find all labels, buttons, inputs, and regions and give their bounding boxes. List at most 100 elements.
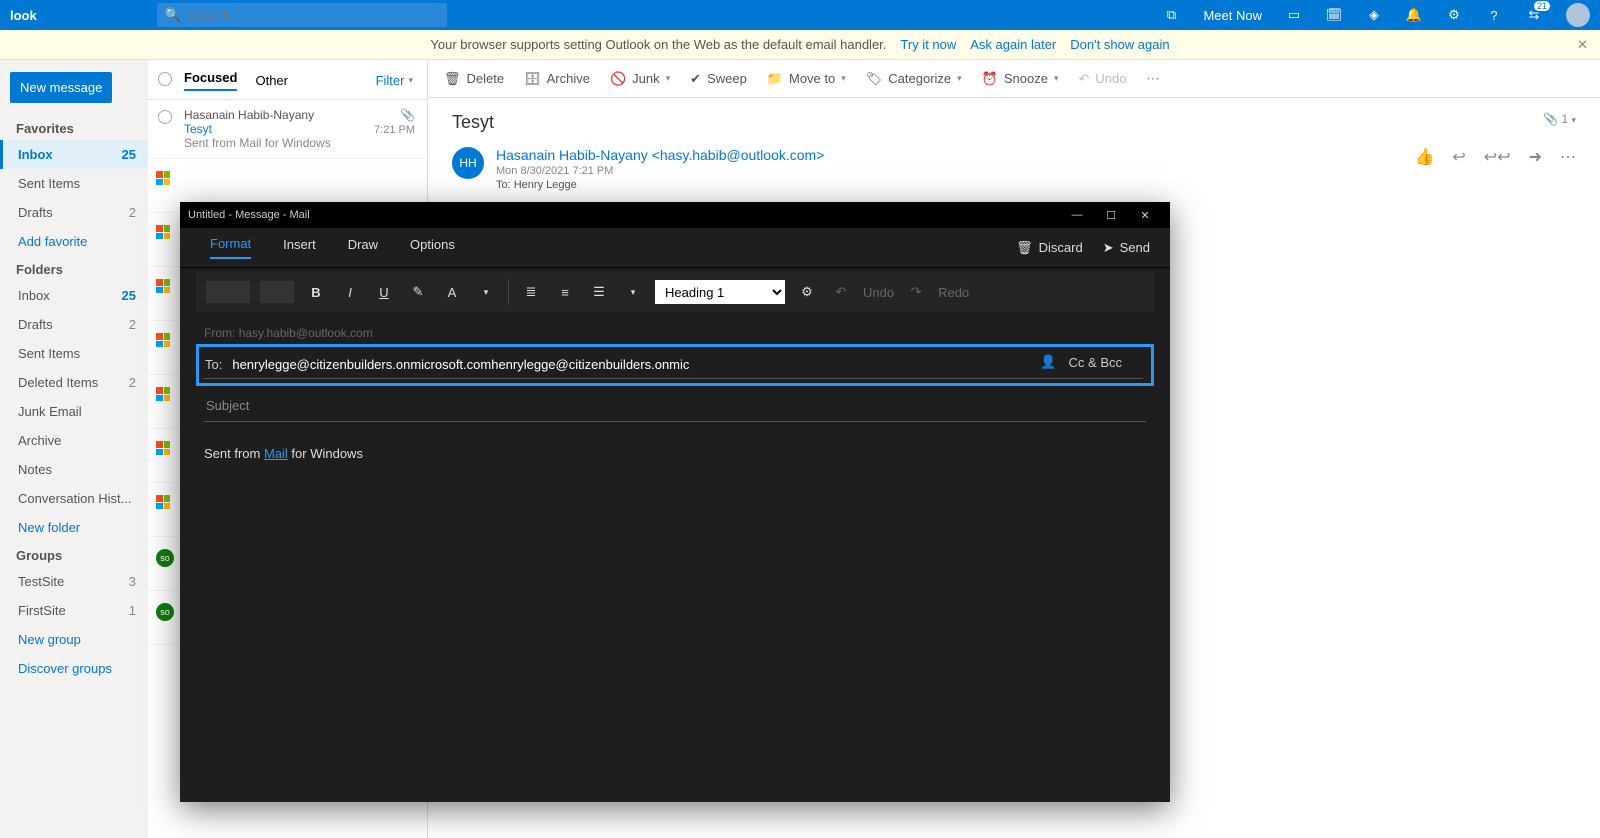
reading-subject: Tesyt (452, 112, 1576, 133)
sidebar-item-label: TestSite (18, 574, 64, 589)
action-toolbar: 🗑Delete 🗄Archive 🚫Junk▾ ✔Sweep 📁Move to▾… (428, 60, 1600, 98)
attachment-count[interactable]: 📎 1 ▾ (1543, 112, 1576, 126)
search-bar[interactable]: 🔍 (157, 3, 447, 27)
mail-link[interactable]: Mail (264, 446, 288, 461)
delete-button[interactable]: 🗑Delete (444, 71, 504, 87)
tab-draw[interactable]: Draw (348, 237, 378, 258)
folder-notes[interactable]: Notes (0, 455, 148, 484)
chevron-down-icon[interactable]: ▾ (621, 287, 645, 298)
gear-icon[interactable]: ⚙ (1446, 7, 1462, 23)
tab-format[interactable]: Format (210, 236, 251, 259)
sender-avatar: HH (452, 147, 484, 179)
subject-field[interactable]: Subject (204, 390, 1146, 422)
sidebar-item-drafts[interactable]: Drafts 2 (0, 198, 148, 227)
group-firstsite[interactable]: FirstSite1 (0, 596, 148, 625)
folder-deleted[interactable]: Deleted Items2 (0, 368, 148, 397)
numbering-button[interactable]: ≡ (553, 285, 577, 300)
launcher-icon[interactable]: ⇆21 (1526, 7, 1542, 23)
font-color-button[interactable]: A (440, 285, 464, 300)
maximize-button[interactable]: ☐ (1094, 202, 1128, 228)
video-icon[interactable]: ⧉ (1163, 7, 1179, 23)
message-item[interactable]: 📎 Hasanain Habib-Nayany Tesyt 7:21 PM Se… (148, 100, 427, 159)
more-icon[interactable]: ⋯ (1560, 147, 1576, 167)
new-group-link[interactable]: New group (0, 625, 148, 654)
minimize-button[interactable]: — (1060, 202, 1094, 228)
banner-later-link[interactable]: Ask again later (970, 37, 1056, 52)
banner-close-icon[interactable]: ✕ (1577, 37, 1588, 53)
redo-button[interactable]: ↷ (904, 284, 928, 300)
categorize-button[interactable]: 🏷Categorize▾ (866, 71, 962, 87)
folder-drafts[interactable]: Drafts2 (0, 310, 148, 339)
banner-try-link[interactable]: Try it now (900, 37, 956, 52)
folder-inbox[interactable]: Inbox25 (0, 281, 148, 310)
style-select[interactable]: Heading 1 (655, 280, 785, 304)
search-input[interactable] (189, 8, 439, 23)
forward-icon[interactable]: ➜ (1529, 147, 1542, 167)
help-icon[interactable]: ? (1486, 7, 1502, 23)
banner-dont-link[interactable]: Don't show again (1070, 37, 1169, 52)
tips-icon[interactable]: ◈ (1366, 7, 1382, 23)
new-folder-link[interactable]: New folder (0, 513, 148, 542)
underline-button[interactable]: U (372, 285, 396, 300)
folder-junk[interactable]: Junk Email (0, 397, 148, 426)
close-button[interactable]: ✕ (1128, 202, 1162, 228)
undo-button[interactable]: ↶Undo (1079, 71, 1127, 87)
discover-groups-link[interactable]: Discover groups (0, 654, 148, 683)
folder-archive[interactable]: Archive (0, 426, 148, 455)
reply-icon[interactable]: ↩ (1452, 147, 1465, 167)
reply-all-icon[interactable]: ↩↩ (1484, 147, 1511, 167)
groups-header[interactable]: Groups (0, 542, 148, 567)
filter-button[interactable]: Filter▾ (376, 73, 413, 88)
group-testsite[interactable]: TestSite3 (0, 567, 148, 596)
cc-bcc-button[interactable]: Cc & Bcc (1069, 355, 1122, 370)
sidebar-item-sent[interactable]: Sent Items (0, 169, 148, 198)
to-input[interactable] (232, 357, 1141, 372)
calendar-icon[interactable]: 🗓 (1326, 7, 1342, 23)
from-field[interactable]: From: hasy.habib@outlook.com (204, 326, 1146, 340)
tab-options[interactable]: Options (410, 237, 455, 258)
snooze-button[interactable]: ⏰Snooze▾ (982, 71, 1059, 87)
tab-focused[interactable]: Focused (184, 70, 237, 91)
sidebar-item-inbox[interactable]: Inbox 25 (0, 140, 148, 169)
bell-icon[interactable]: 🔔 (1406, 7, 1422, 23)
font-size-select[interactable] (260, 281, 294, 303)
avatar[interactable] (1566, 3, 1590, 27)
send-button[interactable]: ➤Send (1103, 240, 1150, 256)
add-favorite-link[interactable]: Add favorite (0, 227, 148, 256)
move-button[interactable]: 📁Move to▾ (767, 71, 846, 87)
select-all-circle[interactable] (158, 72, 172, 86)
sweep-button[interactable]: ✔Sweep (690, 71, 747, 87)
clock-icon: ⏰ (982, 71, 998, 87)
highlight-button[interactable]: ✎ (406, 284, 430, 300)
font-family-select[interactable] (206, 281, 250, 303)
new-message-button[interactable]: New message (10, 72, 112, 103)
archive-button[interactable]: 🗄Archive (524, 71, 590, 87)
italic-button[interactable]: I (338, 285, 362, 300)
folder-conversation-history[interactable]: Conversation Hist... (0, 484, 148, 513)
like-icon[interactable]: 👍 (1414, 147, 1434, 167)
gear-icon[interactable]: ⚙ (795, 284, 819, 300)
favorites-header[interactable]: Favorites (0, 115, 148, 140)
tab-insert[interactable]: Insert (283, 237, 316, 258)
discard-button[interactable]: 🗑Discard (1016, 240, 1083, 256)
tab-other[interactable]: Other (255, 73, 288, 88)
default-handler-banner: Your browser supports setting Outlook on… (0, 30, 1600, 60)
align-button[interactable]: ☰ (587, 284, 611, 300)
select-circle[interactable] (158, 110, 172, 124)
compose-body[interactable]: Sent from Mail for Windows (180, 446, 1170, 461)
chevron-down-icon[interactable]: ▾ (474, 287, 498, 298)
bullets-button[interactable]: ≣ (519, 284, 543, 300)
action-label: Junk (632, 71, 659, 86)
bold-button[interactable]: B (304, 285, 328, 300)
folders-header[interactable]: Folders (0, 256, 148, 281)
contacts-icon[interactable]: 👤 (1040, 354, 1056, 370)
folder-sent[interactable]: Sent Items (0, 339, 148, 368)
undo-button[interactable]: ↶ (829, 284, 853, 300)
brand-label: look (10, 8, 37, 23)
to-field[interactable]: To: (203, 351, 1143, 379)
junk-button[interactable]: 🚫Junk▾ (610, 71, 670, 87)
meet-now-button[interactable]: Meet Now (1203, 8, 1262, 23)
teams-icon[interactable]: ▭ (1286, 7, 1302, 23)
sender-avatar (156, 279, 174, 297)
more-button[interactable]: ⋯ (1147, 71, 1160, 87)
